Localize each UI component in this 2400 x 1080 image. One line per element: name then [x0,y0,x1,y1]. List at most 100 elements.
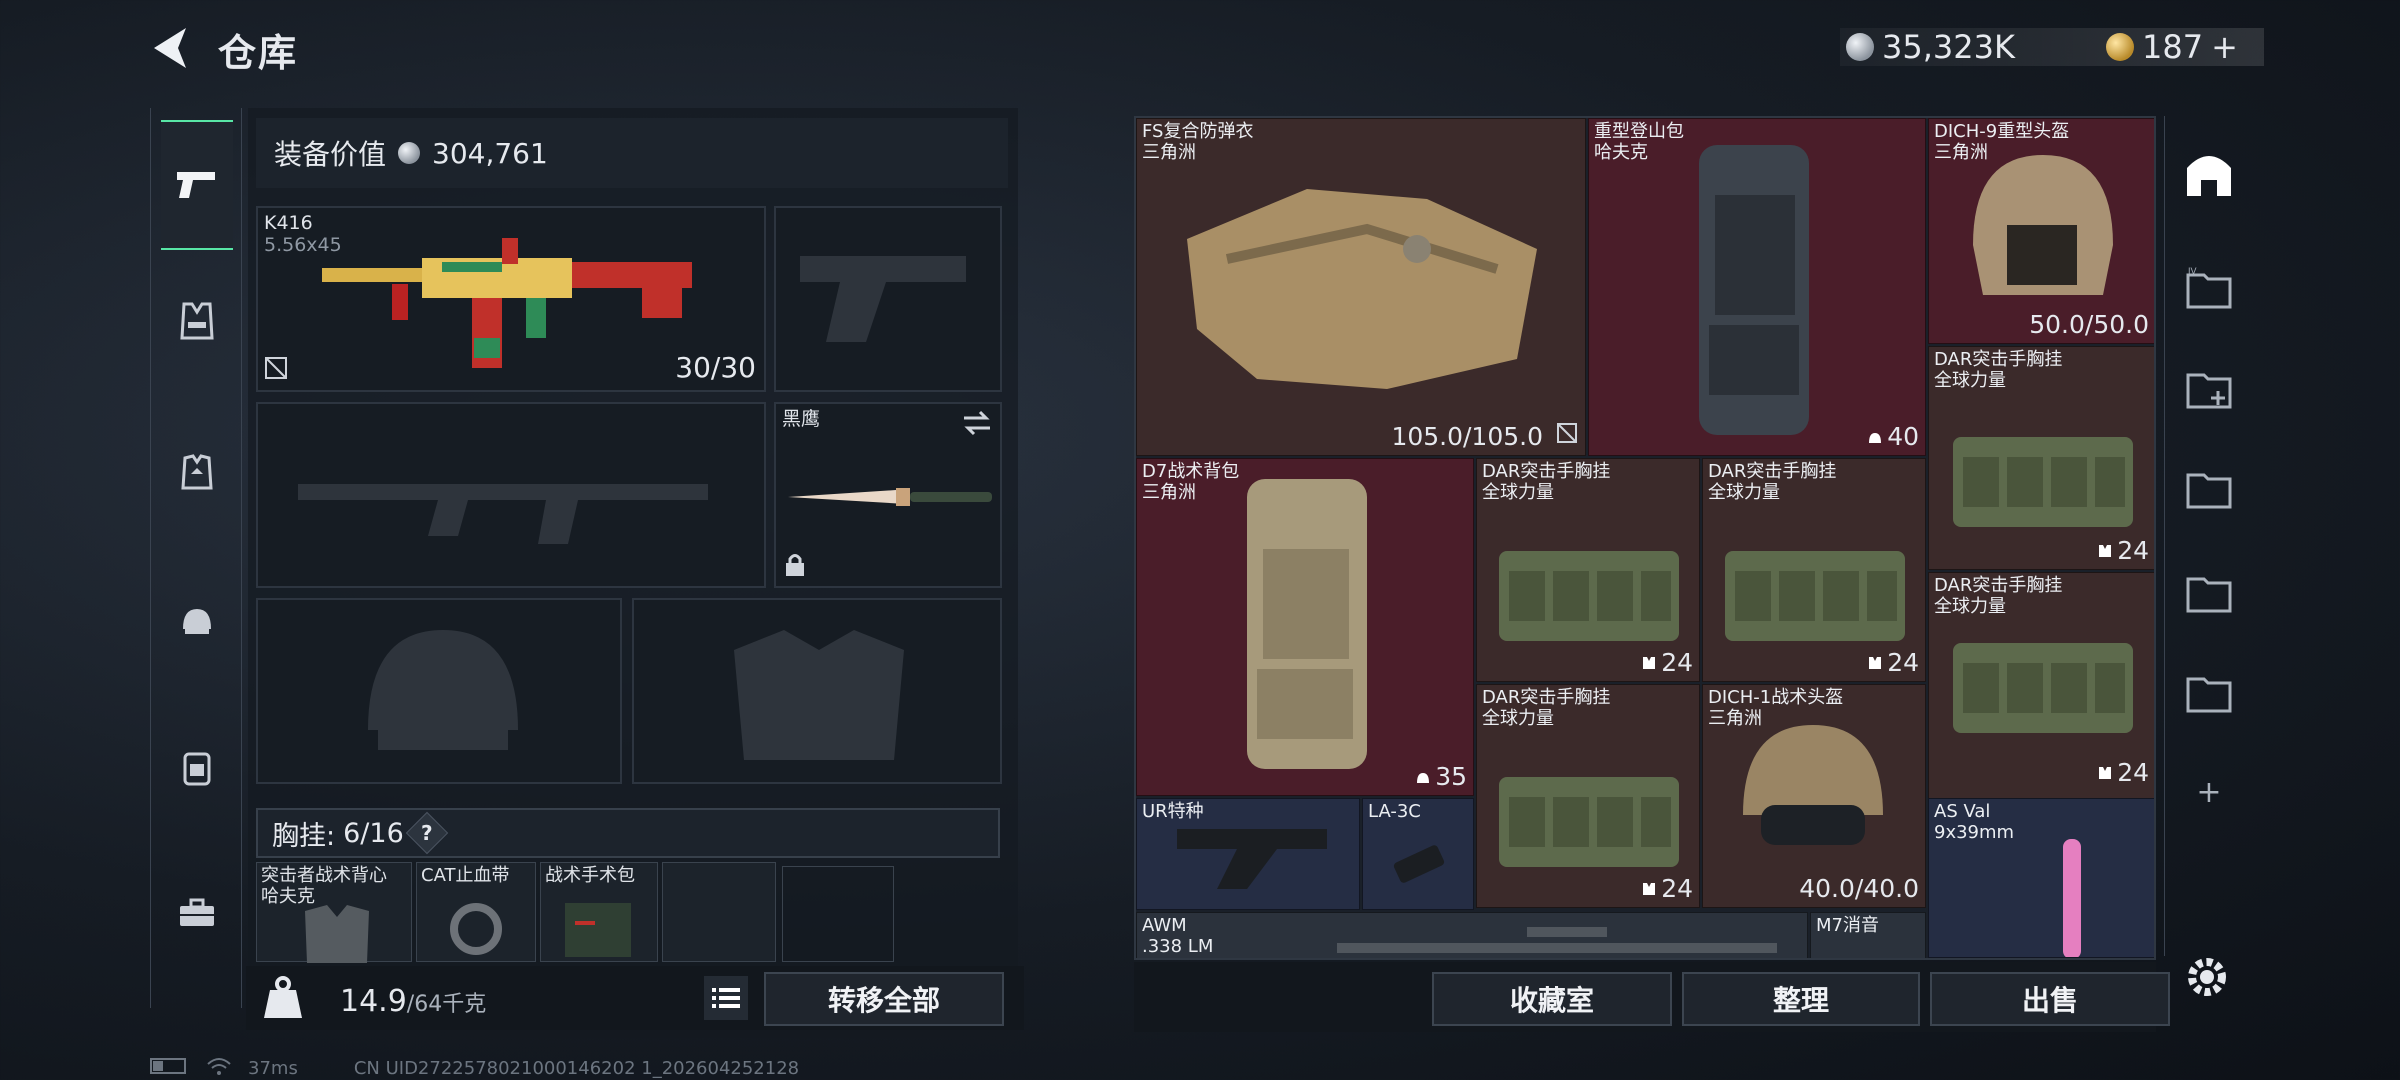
stash-item[interactable]: DICH-9重型头盔 三角洲 50.0/50.0 [1928,118,2154,344]
chest-rig-image [1499,777,1679,867]
armor-icon [181,454,213,490]
stash-item[interactable]: DAR突击手胸挂 全球力量 24 [1928,346,2154,570]
weight-icon [262,976,304,1020]
tactical-backpack-image [1247,479,1367,769]
vest-icon [180,302,214,340]
stash-tab-iv[interactable]: IV [2177,256,2241,320]
warehouse-icon [2187,156,2231,196]
tourniquet-image [450,903,502,955]
as-val-image [2063,839,2081,957]
chest-slot-empty[interactable] [662,862,776,962]
stash-tab-main[interactable] [2177,142,2241,206]
tactical-helmet-image [1743,725,1883,845]
pistol-slot-empty[interactable] [774,206,1002,392]
body-armor-image [1187,189,1537,389]
briefcase-icon [180,898,214,926]
stash-item[interactable]: LA-3C [1362,798,1474,910]
stash-item[interactable]: DAR突击手胸挂 全球力量 24 [1476,684,1700,908]
silver-coin-icon [398,142,421,164]
stash-item[interactable]: D7战术背包 三角洲 35 [1136,458,1474,796]
collection-room-button[interactable]: 收藏室 [1432,972,1672,1026]
melee-name: 黑鹰 [782,408,821,430]
helmet-icon [183,609,211,634]
battery-icon [150,1058,190,1079]
stash-item[interactable]: FS复合防弹衣 三角洲 105.0/105.0 [1136,118,1586,456]
weight-readout: 14.9/64千克 [340,984,487,1019]
swap-icon[interactable] [962,410,992,440]
stock-image [1177,829,1327,889]
pistol-placeholder-icon [800,256,966,342]
transfer-all-button[interactable]: 转移全部 [764,972,1004,1026]
melee-slot[interactable]: 黑鹰 [774,402,1002,588]
ping-readout: 37ms [248,1058,298,1079]
chest-rig-bar: 胸挂: 6/16 ? [256,808,1000,858]
equipment-value-label: 装备价值 [274,138,387,171]
equipment-value-bar: 装备价值 304,761 [256,118,1008,188]
chest-rig-label: 胸挂: [272,820,336,852]
sell-button[interactable]: 出售 [1930,972,2170,1026]
help-button[interactable]: ? [405,811,448,855]
wifi-icon [206,1056,232,1080]
chest-rig-image [1953,437,2133,527]
folder-icon [2186,677,2232,713]
equipment-value: 304,761 [432,136,548,170]
list-view-button[interactable] [704,976,748,1020]
chest-rig-capacity: 6/16 [343,817,404,849]
category-backpack[interactable] [161,702,233,832]
primary-weapon-slot[interactable]: K416 5.56x45 30/30 [256,206,766,392]
sort-button[interactable]: 整理 [1682,972,1920,1026]
stash-tab-iv-2[interactable] [2177,456,2241,520]
stash-item[interactable]: UR特种 [1136,798,1360,910]
category-chest-rig[interactable] [161,256,233,386]
silver-currency: 35,323K [1846,28,2015,66]
helmet-placeholder-icon [368,630,518,750]
rifle-k416-image [322,238,692,368]
chest-rig-image [1725,551,1905,641]
heavy-backpack-image [1699,145,1809,435]
svg-text:IV: IV [2188,267,2197,276]
stash-tab-iii[interactable] [2177,660,2241,724]
add-stash-tab-button[interactable]: + [2177,760,2241,824]
page-title: 仓库 [218,31,299,75]
category-weapons[interactable] [161,120,233,250]
knife-image [788,488,992,506]
stash-tabs-sidebar: IV + [2164,116,2252,956]
stash-tab-iv-3[interactable] [2177,560,2241,624]
settings-gear-icon[interactable] [2182,952,2232,1002]
category-case[interactable] [161,848,233,978]
folder-icon: IV [2186,267,2232,309]
stash-item[interactable]: DICH-1战术头盔 三角洲 40.0/40.0 [1702,684,1926,908]
chest-slot-empty[interactable] [782,866,894,962]
chest-rig-image [1499,551,1679,641]
left-category-sidebar [150,108,242,1008]
helmet-slot-empty[interactable] [256,598,622,784]
armor-placeholder-icon [734,630,904,760]
chest-item[interactable]: 突击者战术背心 哈夫克 [256,862,412,963]
armor-slot-empty[interactable] [632,598,1002,784]
no-insurance-icon [1557,423,1577,447]
back-arrow-icon[interactable] [148,24,192,72]
add-currency-button[interactable]: + [2211,28,2238,66]
folder-icon [2186,473,2232,509]
stash-tab-iv-add[interactable] [2177,356,2241,420]
stash-item[interactable]: AS Val 9x39mm [1928,798,2154,958]
vest-item-image [305,905,369,963]
stash-item[interactable]: DAR突击手胸挂 全球力量 24 [1702,458,1926,682]
weapon-ammo-count: 30/30 [675,351,756,384]
stash-item[interactable]: 重型登山包 哈夫克 40 [1588,118,1926,456]
silver-coin-icon [1846,33,1874,61]
stash-item[interactable]: AWM .338 LM [1136,912,1808,958]
gold-currency[interactable]: 187 + [2106,28,2238,66]
pistol-icon [177,172,215,198]
chest-item[interactable]: CAT止血带 [416,862,536,962]
stash-item[interactable]: M7消音 [1810,912,1926,958]
stash-item[interactable]: DAR突击手胸挂 全球力量 24 [1476,458,1700,682]
lock-icon [784,552,806,582]
uid-readout: CN UID2722578021000146202 1_202604252128 [353,1058,800,1079]
chest-item[interactable]: 战术手术包 [540,862,658,962]
category-helmet[interactable] [161,556,233,686]
status-bar: 37ms CN UID2722578021000146202 1_2026042… [150,1056,799,1080]
surgical-kit-image [565,903,631,957]
category-armor[interactable] [161,408,233,538]
secondary-weapon-slot-empty[interactable] [256,402,766,588]
